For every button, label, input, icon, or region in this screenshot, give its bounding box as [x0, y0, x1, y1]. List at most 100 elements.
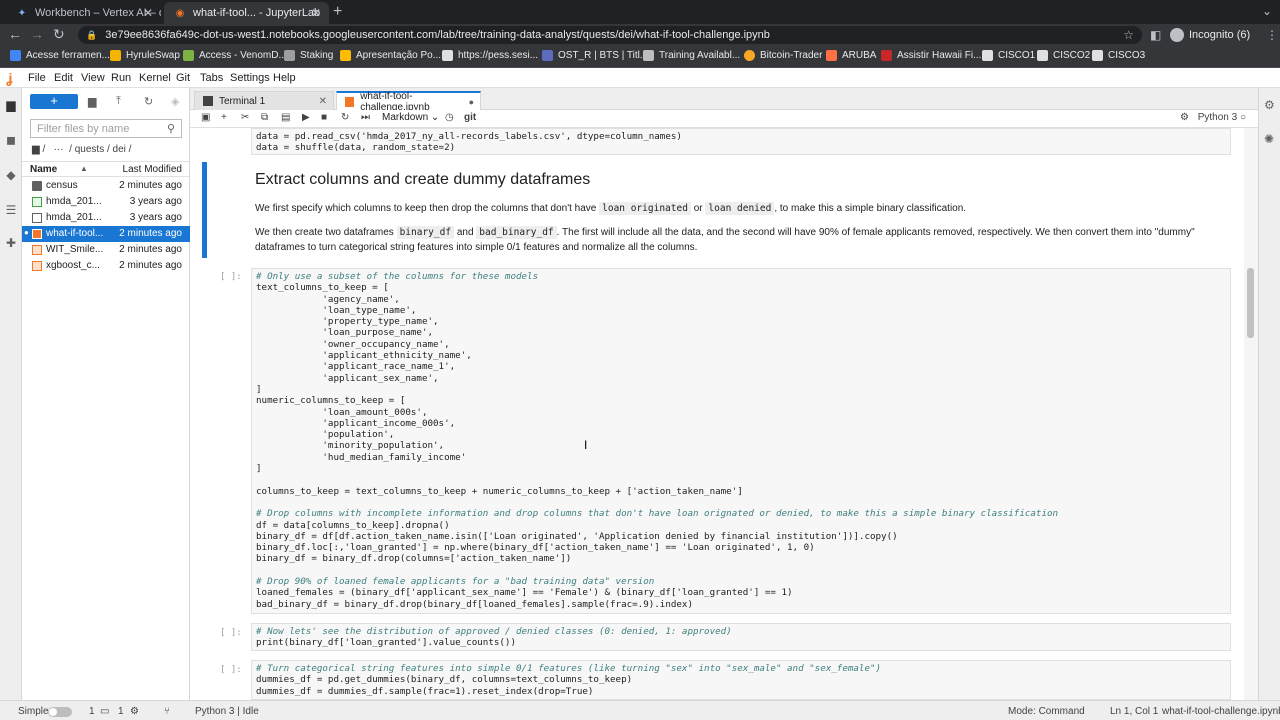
scrollbar-thumb[interactable]: [1247, 268, 1254, 338]
omnibox[interactable]: 🔒 3e79ee8636fa649c-dot-us-west1.notebook…: [78, 26, 1142, 44]
column-name-header[interactable]: Name: [30, 164, 57, 175]
cut-icon[interactable]: ✂: [241, 112, 249, 123]
browser-tab-jupyter[interactable]: ◉ what-if-tool... - JupyterLab ✕: [164, 2, 329, 24]
menu-run[interactable]: Run: [111, 72, 131, 84]
reload-icon[interactable]: ↻: [53, 26, 65, 43]
menu-help[interactable]: Help: [273, 72, 296, 84]
breadcrumb-path[interactable]: / quests / dei /: [69, 144, 131, 155]
close-icon[interactable]: ✕: [319, 96, 327, 107]
breadcrumb-root[interactable]: /: [42, 144, 45, 155]
git-diff-button[interactable]: git: [464, 112, 476, 123]
notebook-icon: [32, 261, 42, 271]
file-row[interactable]: census 2 minutes ago: [22, 178, 190, 194]
tab-terminal[interactable]: Terminal 1 ✕: [194, 91, 334, 110]
left-activity-bar: ▆ ◼ ◆ ☰ ✚: [0, 88, 22, 700]
column-modified-header[interactable]: Last Modified: [123, 164, 182, 175]
debugger-icon[interactable]: ✺: [1264, 132, 1274, 146]
paste-icon[interactable]: ▤: [281, 112, 290, 123]
bookmark-item[interactable]: ARUBA: [826, 50, 876, 61]
unsaved-dot-icon[interactable]: ●: [469, 97, 474, 107]
menu-file[interactable]: File: [28, 72, 46, 84]
menu-settings[interactable]: Settings: [230, 72, 270, 84]
upload-icon[interactable]: ⤒: [116, 95, 121, 108]
bookmark-item[interactable]: Training Availabl...: [643, 50, 740, 61]
bookmark-item[interactable]: CISCO3: [1092, 50, 1145, 61]
code-cell[interactable]: # Now lets' see the distribution of appr…: [251, 623, 1231, 651]
bookmark-item[interactable]: CISCO1: [982, 50, 1035, 61]
bookmark-item[interactable]: OST_R | BTS | Titl...: [542, 50, 648, 61]
bookmark-star-icon[interactable]: ☆: [1123, 28, 1134, 42]
notebook-panel[interactable]: data = pd.read_csv('hmda_2017_ny_all-rec…: [190, 128, 1244, 700]
bookmark-item[interactable]: HyruleSwap: [110, 50, 180, 61]
menu-edit[interactable]: Edit: [54, 72, 73, 84]
menu-kernel[interactable]: Kernel: [139, 72, 171, 84]
restart-icon[interactable]: ↻: [341, 112, 349, 123]
new-launcher-button[interactable]: +: [30, 94, 78, 109]
forward-icon[interactable]: →: [30, 26, 44, 42]
kernels-count[interactable]: 1: [118, 706, 124, 717]
file-row[interactable]: WIT_Smile... 2 minutes ago: [22, 242, 190, 258]
new-folder-icon[interactable]: ▆: [88, 95, 96, 108]
code-cell[interactable]: # Only use a subset of the columns for t…: [251, 268, 1231, 614]
filter-files-input[interactable]: Filter files by name ⚲: [30, 119, 182, 138]
file-row[interactable]: xgboost_c... 2 minutes ago: [22, 258, 190, 274]
simple-mode-toggle[interactable]: [48, 707, 72, 717]
tab-notebook[interactable]: what-if-tool-challenge.ipynb ●: [336, 91, 481, 113]
file-row[interactable]: hmda_201... 3 years ago: [22, 194, 190, 210]
toc-icon[interactable]: ☰: [4, 203, 18, 217]
kernel-status[interactable]: Python 3 | Idle: [195, 706, 259, 717]
sidepanel-icon[interactable]: ◧: [1150, 28, 1161, 42]
back-icon[interactable]: ←: [8, 26, 22, 42]
run-icon[interactable]: ▶: [302, 112, 310, 123]
terminals-count[interactable]: 1: [89, 706, 95, 717]
bookmark-item[interactable]: CISCO2: [1037, 50, 1090, 61]
breadcrumb-ellipsis[interactable]: ···: [54, 144, 64, 155]
close-icon[interactable]: ✕: [143, 6, 153, 20]
refresh-icon[interactable]: ↻: [144, 95, 153, 108]
breadcrumb: ▆ / ··· / quests / dei /: [32, 144, 131, 155]
code-line: 'property_type_name',: [256, 316, 439, 328]
insert-cell-icon[interactable]: +: [221, 112, 227, 123]
browser-tab-vertex[interactable]: ✦ Workbench – Vertex AI – qwik ✕: [6, 2, 161, 24]
file-row[interactable]: hmda_201... 3 years ago: [22, 210, 190, 226]
menu-tabs[interactable]: Tabs: [200, 72, 223, 84]
kebab-menu-icon[interactable]: ⋮: [1266, 28, 1278, 42]
file-row-selected[interactable]: ● what-if-tool... 2 minutes ago: [22, 226, 190, 242]
git-clone-icon[interactable]: ◈: [171, 95, 179, 108]
kernel-indicator[interactable]: Python 3 ○: [1198, 112, 1246, 123]
bookmark-item[interactable]: Access - VenomD...: [183, 50, 287, 61]
save-icon[interactable]: ▣: [201, 112, 210, 123]
fast-forward-icon[interactable]: ⏭: [361, 112, 370, 123]
new-tab-icon[interactable]: +: [333, 3, 342, 21]
bookmark-item[interactable]: Staking: [284, 50, 333, 61]
bookmark-item[interactable]: Apresentação Po...: [340, 50, 441, 61]
bookmark-item[interactable]: Assistir Hawaii Fi...: [881, 50, 981, 61]
notebook-scrollbar[interactable]: [1244, 128, 1258, 700]
clock-icon[interactable]: ◷: [445, 112, 454, 123]
extension-icon[interactable]: ✚: [4, 236, 18, 250]
bookmark-item[interactable]: https://pess.sesi...: [442, 50, 538, 61]
property-inspector-icon[interactable]: ⚙: [1264, 98, 1275, 112]
cell-type-select[interactable]: Markdown ⌄: [382, 112, 439, 123]
code-line: 'agency_name',: [256, 293, 400, 305]
gear-icon[interactable]: ⚙: [1180, 112, 1189, 123]
git-icon[interactable]: ◆: [4, 168, 18, 182]
folder-icon[interactable]: ▆: [4, 98, 18, 112]
stop-icon[interactable]: ■: [321, 112, 327, 123]
tab-search-icon[interactable]: ⌄: [1262, 4, 1272, 18]
git-branch-icon[interactable]: ⑂: [164, 706, 170, 717]
copy-icon[interactable]: ⧉: [261, 112, 268, 123]
bookmark-item[interactable]: Acesse ferramen...: [10, 50, 110, 61]
running-icon[interactable]: ◼: [4, 133, 18, 147]
bookmark-item[interactable]: Bitcoin-Trader: [744, 50, 822, 61]
code-cell-previous[interactable]: data = pd.read_csv('hmda_2017_ny_all-rec…: [251, 128, 1231, 155]
menu-view[interactable]: View: [81, 72, 105, 84]
close-icon[interactable]: ✕: [311, 6, 321, 20]
incognito-profile[interactable]: Incognito (6): [1170, 28, 1250, 42]
menu-git[interactable]: Git: [176, 72, 190, 84]
cursor-position[interactable]: Ln 1, Col 1: [1110, 706, 1158, 717]
folder-icon[interactable]: ▆: [32, 144, 40, 155]
bookmarks-bar: Acesse ferramen... HyruleSwap Access - V…: [0, 46, 1280, 68]
code-cell[interactable]: # Turn categorical string features into …: [251, 660, 1231, 700]
